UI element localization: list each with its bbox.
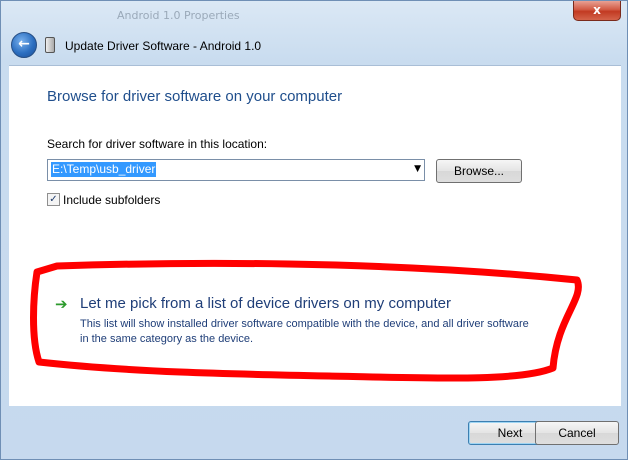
include-subfolders-label[interactable]: Include subfolders: [63, 193, 160, 207]
close-button[interactable]: x: [573, 1, 621, 21]
update-driver-window: Android 1.0 Properties x ← Update Driver…: [0, 0, 628, 460]
usb-device-icon: [45, 37, 55, 53]
location-combobox[interactable]: E:\Temp\usb_driver ▼: [47, 159, 425, 181]
include-subfolders-checkbox[interactable]: ✓: [47, 193, 60, 206]
cancel-button[interactable]: Cancel: [535, 421, 619, 445]
wizard-content-panel: Browse for driver software on your compu…: [9, 65, 621, 406]
window-title: Update Driver Software - Android 1.0: [65, 39, 262, 53]
search-location-label: Search for driver software in this locat…: [47, 137, 268, 151]
location-value[interactable]: E:\Temp\usb_driver: [51, 162, 157, 177]
pick-from-list-link[interactable]: Let me pick from a list of device driver…: [80, 295, 451, 312]
green-arrow-icon: ➔: [55, 295, 68, 313]
background-window-title: Android 1.0 Properties: [117, 9, 240, 22]
dropdown-arrow-icon[interactable]: ▼: [414, 164, 421, 174]
page-heading: Browse for driver software on your compu…: [47, 88, 343, 105]
browse-button[interactable]: Browse...: [436, 159, 522, 183]
back-button[interactable]: ←: [11, 32, 37, 58]
pick-from-list-description: This list will show installed driver sof…: [80, 318, 529, 345]
back-arrow-icon: ←: [18, 36, 30, 52]
